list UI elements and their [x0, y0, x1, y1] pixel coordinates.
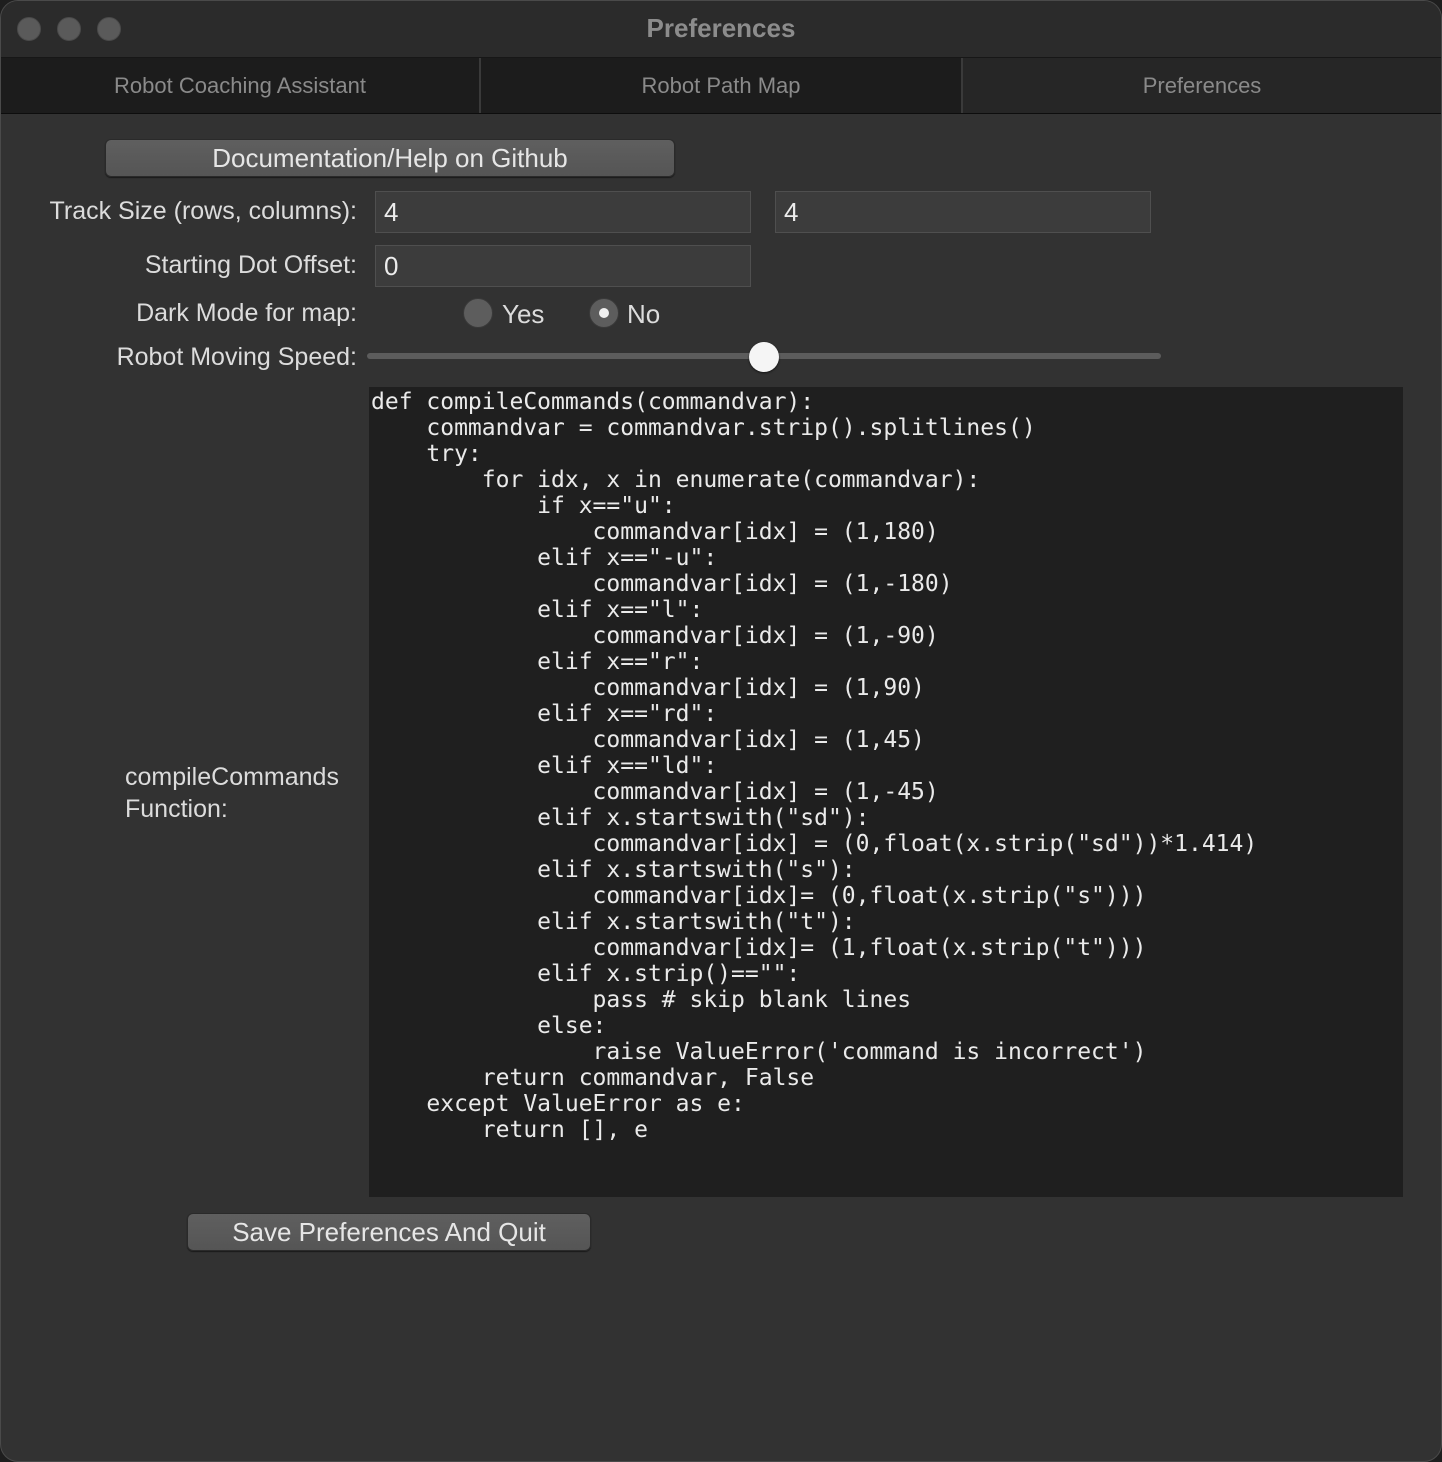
starting-dot-offset-input[interactable]: 0	[375, 245, 751, 287]
compile-commands-label-line1: compileCommands	[125, 763, 339, 791]
tab-preferences[interactable]: Preferences	[963, 58, 1441, 113]
dark-mode-label: Dark Mode for map:	[136, 299, 357, 327]
save-preferences-and-quit-button[interactable]: Save Preferences And Quit	[187, 1213, 591, 1251]
title-bar: Preferences	[1, 1, 1441, 58]
dark-mode-yes-label: Yes	[502, 299, 545, 329]
starting-dot-offset-label: Starting Dot Offset:	[144, 251, 357, 279]
speed-slider-thumb[interactable]	[749, 342, 779, 372]
tab-bar: Robot Coaching Assistant Robot Path Map …	[1, 58, 1441, 114]
robot-moving-speed-label: Robot Moving Speed:	[116, 343, 357, 371]
tab-robot-path-map[interactable]: Robot Path Map	[481, 58, 963, 113]
track-columns-input[interactable]: 4	[775, 191, 1151, 233]
preferences-window: Preferences Robot Coaching Assistant Rob…	[0, 0, 1442, 1462]
compile-commands-code-editor[interactable]: def compileCommands(commandvar): command…	[369, 387, 1403, 1197]
compile-commands-label-line2: Function:	[125, 795, 228, 823]
window-title: Preferences	[646, 13, 796, 43]
dark-mode-no-radio[interactable]	[589, 298, 619, 328]
track-rows-input[interactable]: 4	[375, 191, 751, 233]
tab-robot-coaching-assistant[interactable]: Robot Coaching Assistant	[1, 58, 481, 113]
documentation-help-button[interactable]: Documentation/Help on Github	[105, 139, 675, 177]
compile-commands-label: compileCommands Function:	[125, 761, 339, 825]
track-size-label: Track Size (rows, columns):	[49, 197, 357, 225]
dark-mode-no-label: No	[627, 299, 661, 329]
dark-mode-yes-radio[interactable]	[463, 298, 493, 328]
